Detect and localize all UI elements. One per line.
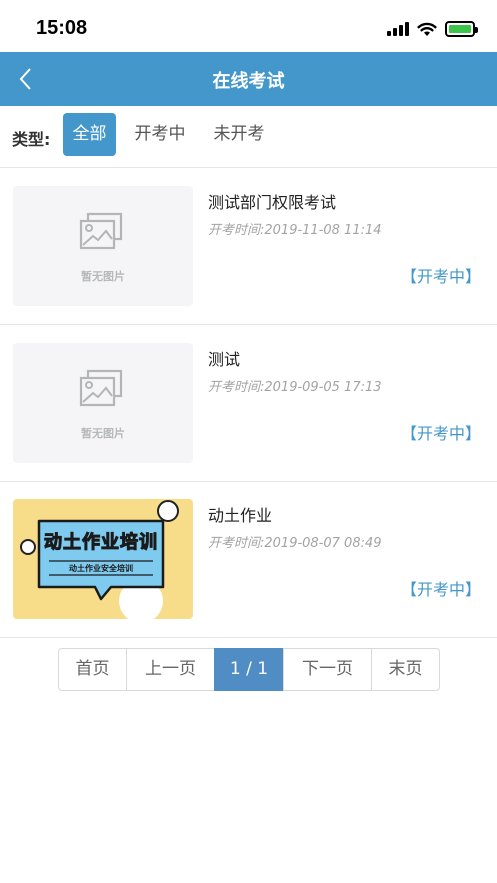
exam-thumbnail-placeholder: 暂无图片 — [13, 343, 193, 463]
filter-label: 类型: — [12, 130, 51, 149]
last-page-button[interactable]: 末页 — [371, 648, 440, 691]
exam-status: 【开考中】 — [400, 424, 481, 443]
current-page-indicator: 1 / 1 — [214, 648, 284, 691]
type-filter-bar: 类型: 全部 开考中 未开考 — [0, 106, 497, 168]
no-image-text: 暂无图片 — [81, 270, 125, 283]
cellular-signal-icon — [387, 22, 409, 36]
tab-all[interactable]: 全部 — [63, 113, 116, 156]
first-page-button[interactable]: 首页 — [58, 648, 127, 691]
cover-title: 动土作业培训 — [44, 532, 158, 554]
status-icons — [387, 20, 478, 38]
exam-thumbnail-placeholder: 暂无图片 — [13, 186, 193, 306]
exam-start-time: 开考时间:2019-08-07 08:49 — [208, 536, 382, 551]
exam-list-item[interactable]: 暂无图片 测试 开考时间:2019-09-05 17:13 【开考中】 — [0, 326, 497, 482]
wifi-icon — [417, 22, 437, 36]
image-placeholder-icon — [79, 212, 123, 250]
status-time: 15:08 — [36, 17, 88, 39]
page-title: 在线考试 — [212, 71, 285, 92]
exam-list-item[interactable]: 暂无图片 测试部门权限考试 开考时间:2019-11-08 11:14 【开考中… — [0, 169, 497, 325]
exam-list-item[interactable]: 动土作业培训 动土作业安全培训 动土作业 开考时间:2019-08-07 08:… — [0, 482, 497, 638]
nav-bar: 在线考试 — [0, 52, 497, 106]
exam-title: 测试 — [208, 350, 241, 369]
tab-not-started[interactable]: 未开考 — [207, 113, 271, 156]
image-placeholder-icon — [79, 369, 123, 407]
exam-title: 测试部门权限考试 — [208, 193, 337, 212]
pagination: 首页 上一页 1 / 1 下一页 末页 — [58, 648, 440, 691]
exam-status: 【开考中】 — [400, 580, 481, 599]
prev-page-button[interactable]: 上一页 — [126, 648, 215, 691]
training-cover-illustration — [20, 500, 179, 619]
tab-in-progress[interactable]: 开考中 — [129, 113, 191, 156]
exam-status: 【开考中】 — [400, 267, 481, 286]
status-bar: 15:08 — [0, 0, 497, 52]
cover-subtitle: 动土作业安全培训 — [69, 564, 133, 573]
exam-start-time: 开考时间:2019-11-08 11:14 — [208, 223, 382, 238]
battery-charging-icon — [445, 21, 478, 37]
exam-cover-image: 动土作业培训 动土作业安全培训 — [13, 499, 193, 619]
exam-start-time: 开考时间:2019-09-05 17:13 — [208, 380, 382, 395]
no-image-text: 暂无图片 — [81, 427, 125, 440]
exam-title: 动土作业 — [208, 506, 273, 525]
next-page-button[interactable]: 下一页 — [283, 648, 372, 691]
